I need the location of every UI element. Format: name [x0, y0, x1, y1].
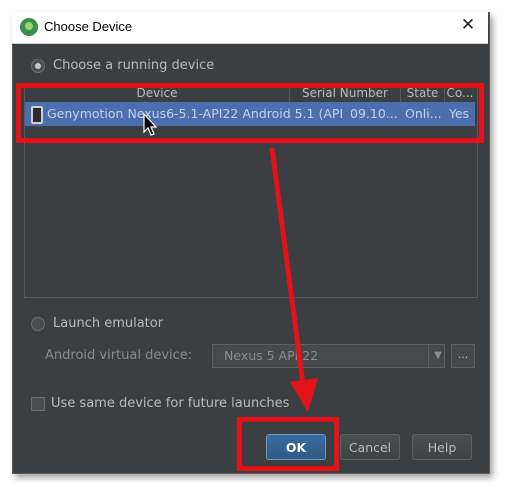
- annotation-arrow: [269, 147, 318, 412]
